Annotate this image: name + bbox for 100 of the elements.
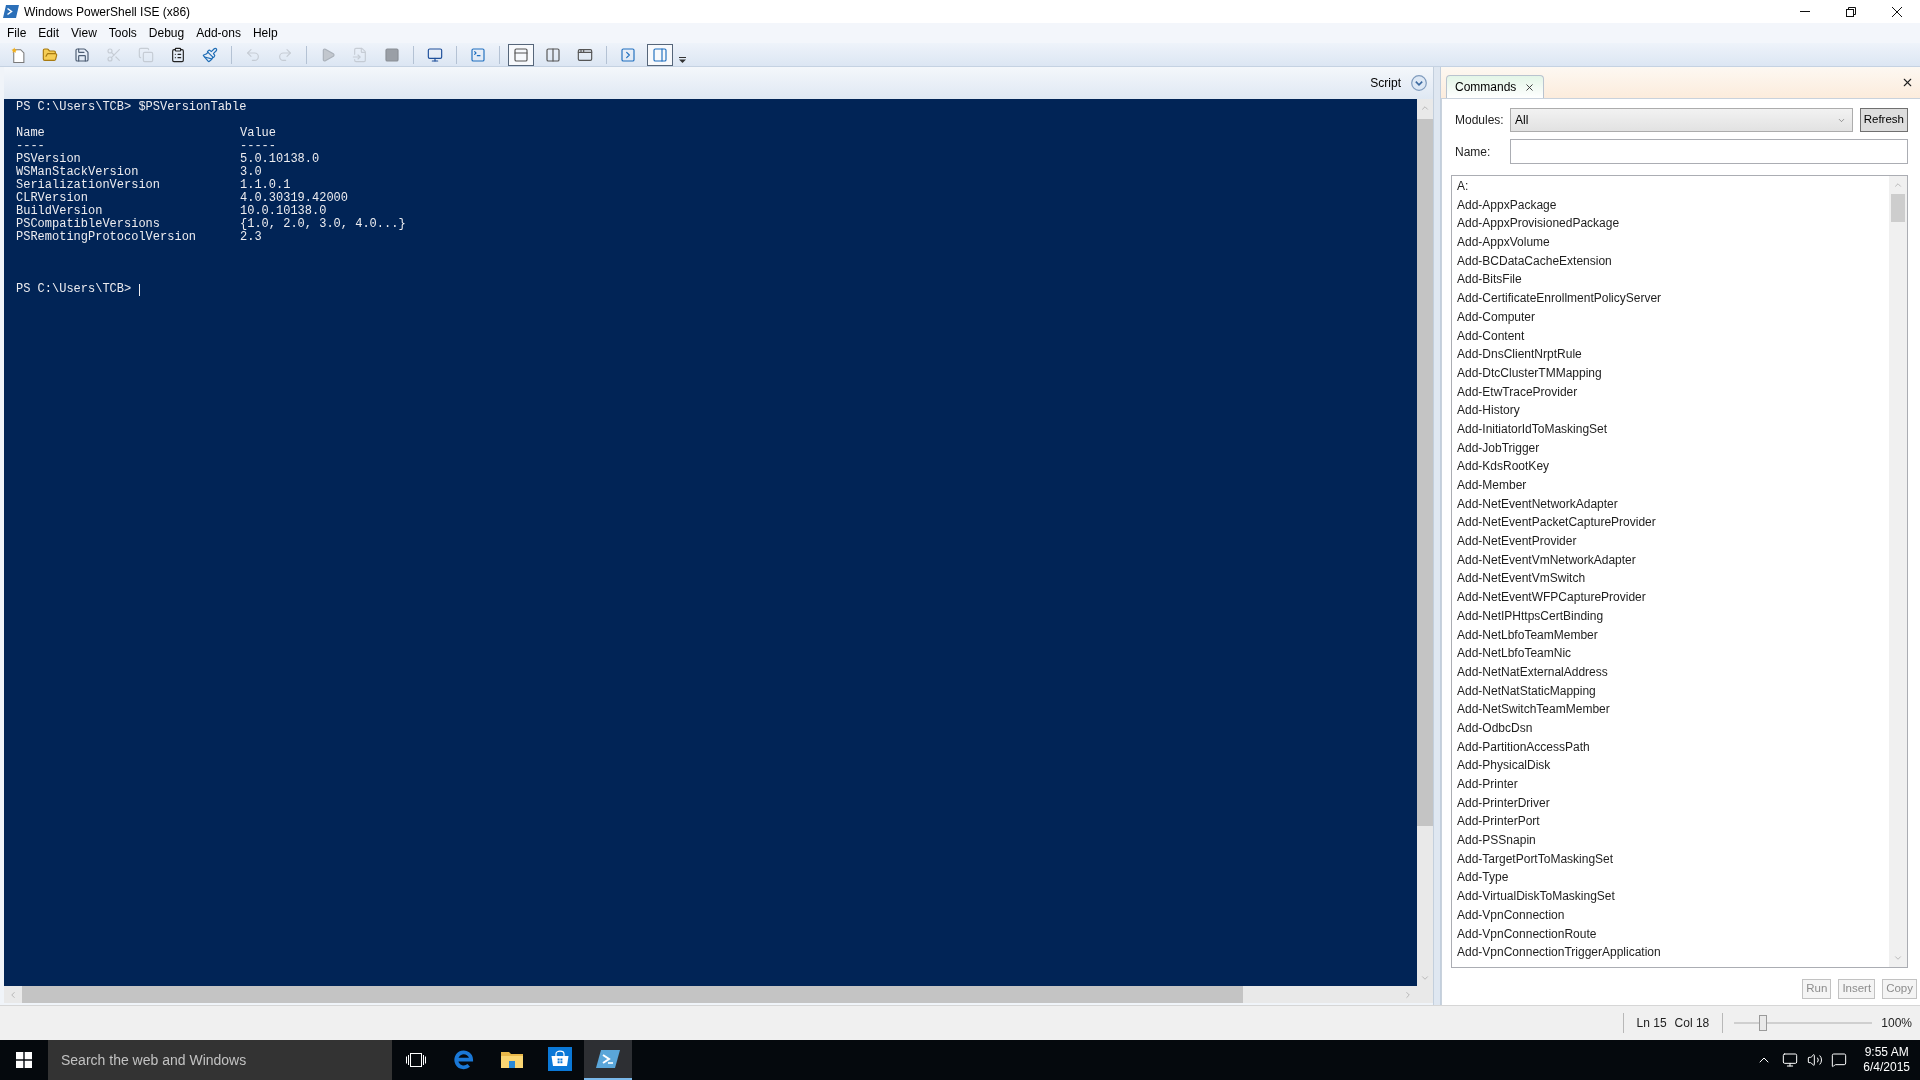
commands-tab[interactable]: Commands: [1446, 75, 1545, 98]
menu-item[interactable]: Add-ons: [190, 23, 247, 43]
clock-date[interactable]: 6/4/2015: [1863, 1060, 1910, 1075]
menu-item[interactable]: Tools: [102, 23, 143, 43]
vertical-scrollbar[interactable]: [1417, 99, 1433, 986]
menu-item[interactable]: Help: [246, 23, 284, 43]
taskbar-app-button[interactable]: [584, 1040, 632, 1080]
command-item[interactable]: Add-Type: [1457, 870, 1509, 885]
monitor-icon[interactable]: [1782, 1052, 1799, 1068]
windows-logo-icon: [16, 1052, 32, 1068]
command-item[interactable]: Add-Content: [1457, 328, 1525, 343]
command-item[interactable]: Add-InitiatorIdToMaskingSet: [1457, 421, 1608, 436]
name-field[interactable]: [1510, 139, 1908, 164]
property-name: WSManStackVersion: [16, 165, 139, 179]
menu-item[interactable]: Debug: [142, 23, 191, 43]
message-icon[interactable]: [1831, 1052, 1848, 1068]
command-item[interactable]: Add-NetLbfoTeamMember: [1457, 627, 1598, 642]
commands-list[interactable]: [1451, 175, 1908, 968]
property-name: CLRVersion: [16, 191, 88, 205]
command-item[interactable]: Add-VirtualDiskToMaskingSet: [1457, 889, 1615, 904]
minimize-icon: [1800, 11, 1810, 12]
command-item[interactable]: Add-VpnConnectionRoute: [1457, 926, 1597, 941]
chevron-down-icon: [1893, 953, 1903, 963]
command-item[interactable]: Add-DnsClientNrptRule: [1457, 347, 1582, 362]
command-item[interactable]: A:: [1457, 179, 1469, 193]
command-item[interactable]: Add-TargetPortToMaskingSet: [1457, 851, 1614, 866]
chevron-down-icon: [1411, 75, 1427, 91]
property-value: {1.0, 2.0, 3.0, 4.0...}: [240, 217, 406, 231]
command-item[interactable]: Add-NetNatExternalAddress: [1457, 664, 1608, 679]
command-item[interactable]: Add-VpnConnectionTriggerApplication: [1457, 945, 1661, 960]
modules-label: Modules:: [1455, 113, 1504, 127]
command-item[interactable]: Add-EtwTraceProvider: [1457, 384, 1578, 399]
scrollbar-thumb[interactable]: [1891, 194, 1905, 222]
command-item[interactable]: Add-NetEventVmSwitch: [1457, 571, 1586, 586]
window-icon: [577, 46, 593, 63]
menu-item[interactable]: View: [65, 23, 103, 43]
menu-item[interactable]: File: [1, 23, 33, 43]
speaker-icon[interactable]: [1807, 1052, 1824, 1068]
command-item[interactable]: Add-AppxProvisionedPackage: [1457, 216, 1620, 231]
command-item[interactable]: Add-PartitionAccessPath: [1457, 739, 1590, 754]
command-item[interactable]: Add-KdsRootKey: [1457, 459, 1550, 474]
command-item[interactable]: Add-JobTrigger: [1457, 440, 1540, 455]
command-item[interactable]: Add-PrinterPort: [1457, 814, 1540, 829]
command-item[interactable]: Add-Member: [1457, 478, 1527, 492]
terminal-icon: [3, 5, 19, 18]
shopping-bag-icon: [548, 1047, 572, 1071]
panel-top-icon: [513, 46, 529, 63]
property-name: SerializationVersion: [16, 178, 161, 192]
clock-time[interactable]: 9:55 AM: [1864, 1045, 1909, 1060]
command-item[interactable]: Add-DtcClusterTMMapping: [1457, 365, 1602, 380]
command-item[interactable]: Add-PhysicalDisk: [1457, 758, 1551, 773]
restore-icon: [1846, 6, 1856, 17]
column-underline: -----: [240, 139, 276, 153]
caret-icon: [679, 56, 686, 63]
command-item[interactable]: Add-NetNatStaticMapping: [1457, 683, 1596, 698]
command-item[interactable]: Add-AppxVolume: [1457, 235, 1550, 250]
search-field[interactable]: Search the web and Windows: [48, 1040, 392, 1080]
slider-thumb[interactable]: [1759, 1015, 1768, 1031]
browser-logo-icon: [453, 1048, 475, 1070]
refresh-button[interactable]: Refresh: [1859, 108, 1908, 132]
command-item[interactable]: Add-NetEventVmNetworkAdapter: [1457, 552, 1636, 567]
property-value: 2.3: [240, 230, 262, 244]
command-item[interactable]: Add-NetEventWFPCaptureProvider: [1457, 590, 1646, 605]
command-item[interactable]: Add-BCDataCacheExtension: [1457, 253, 1612, 268]
terminal-window-icon: [620, 46, 636, 63]
command-item[interactable]: Add-NetIPHttpsCertBinding: [1457, 608, 1604, 623]
command-item[interactable]: Add-NetSwitchTeamMember: [1457, 702, 1610, 717]
command-item[interactable]: Add-NetEventPacketCaptureProvider: [1457, 515, 1656, 530]
close-icon: [1892, 6, 1902, 17]
command-item[interactable]: Add-BitsFile: [1457, 272, 1522, 287]
command-item[interactable]: Add-OdbcDsn: [1457, 720, 1533, 735]
command-item[interactable]: Add-Computer: [1457, 309, 1536, 324]
property-value: 10.0.10138.0: [240, 204, 327, 218]
chevron-down-icon: [1420, 973, 1430, 983]
terminal-icon: [596, 1050, 620, 1068]
chevron-left-icon: [8, 989, 18, 1000]
command-item[interactable]: Add-VpnConnection: [1457, 907, 1565, 922]
command-item[interactable]: Add-NetEventNetworkAdapter: [1457, 496, 1618, 511]
property-name: PSVersion: [16, 152, 81, 166]
command-item[interactable]: Add-PrinterDriver: [1457, 795, 1550, 810]
vertical-scrollbar[interactable]: [1889, 176, 1907, 967]
modules-dropdown[interactable]: All: [1510, 108, 1853, 132]
column-underline: ----: [16, 139, 45, 153]
command-item[interactable]: Add-Printer: [1457, 777, 1518, 791]
property-name: BuildVersion: [16, 204, 103, 218]
column-header: Value: [240, 126, 276, 140]
scrollbar-thumb[interactable]: [1417, 119, 1433, 826]
property-value: 3.0: [240, 165, 262, 179]
script-pane-button[interactable]: Script: [1370, 74, 1427, 92]
command-item[interactable]: Add-NetLbfoTeamNic: [1457, 646, 1572, 661]
command-item[interactable]: Add-AppxPackage: [1457, 197, 1557, 212]
chevron-up-icon: [1893, 180, 1903, 190]
command-item[interactable]: Add-PSSnapin: [1457, 833, 1536, 848]
menu-item[interactable]: Edit: [32, 23, 66, 43]
command-item[interactable]: Add-NetEventProvider: [1457, 534, 1577, 549]
command-item[interactable]: Add-CertificateEnrollmentPolicyServer: [1457, 291, 1662, 306]
command-item[interactable]: Add-History: [1457, 403, 1520, 418]
property-name: PSCompatibleVersions: [16, 217, 161, 231]
stacked-windows-icon: [406, 1053, 426, 1067]
console-command: PS C:\Users\TCB> $PSVersionTable: [16, 100, 247, 114]
